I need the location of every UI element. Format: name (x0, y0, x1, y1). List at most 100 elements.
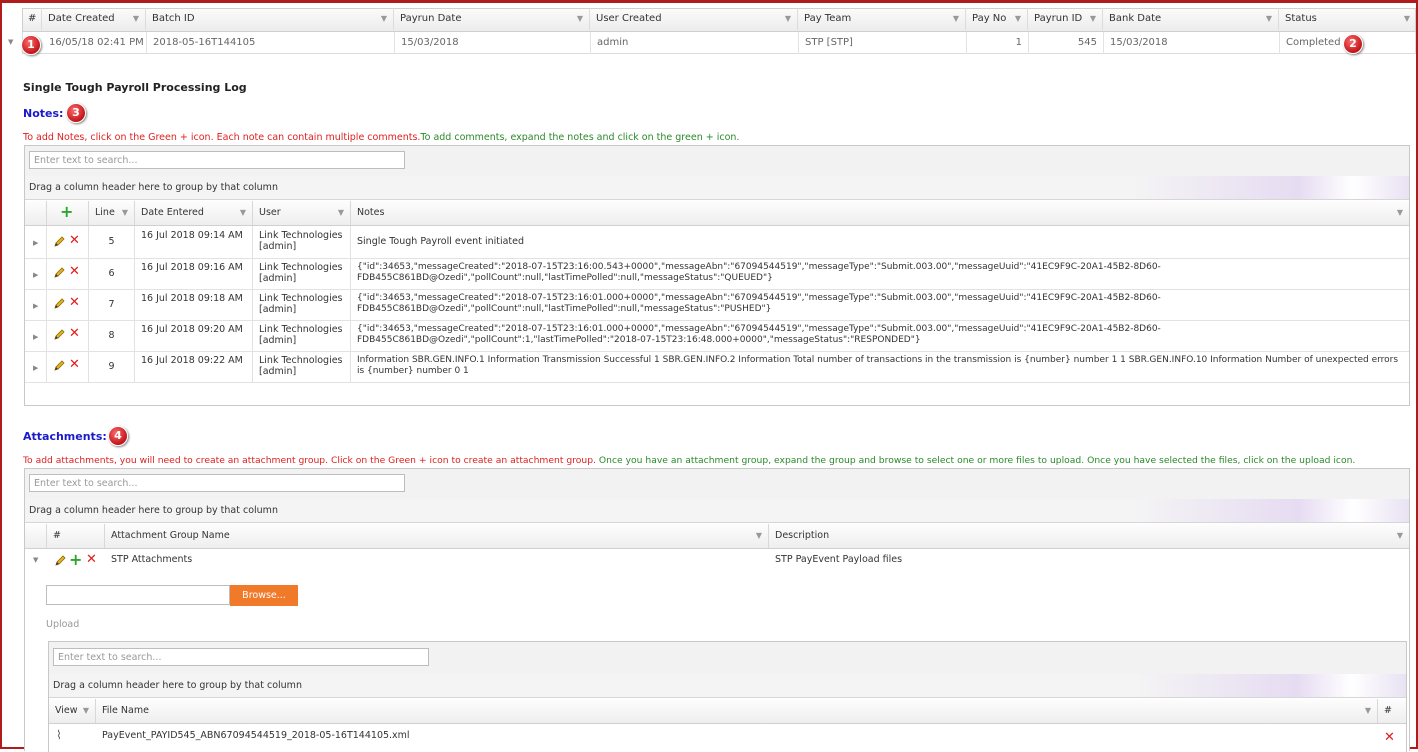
file-path-input[interactable] (46, 585, 230, 605)
col-index[interactable]: # (22, 8, 42, 30)
upload-link[interactable]: Upload (46, 619, 79, 630)
user-cell: Link Technologies [admin] (253, 289, 351, 320)
filter-icon[interactable]: ▼ (1090, 8, 1096, 30)
expand-row-icon[interactable]: ▼ (8, 38, 13, 46)
filter-icon[interactable]: ▼ (1266, 8, 1272, 30)
col-batch-id[interactable]: Batch ID ▼ (146, 8, 394, 30)
filter-icon[interactable]: ▼ (756, 524, 762, 548)
note-cell: {"id":34653,"messageCreated":"2018-07-15… (357, 324, 1161, 345)
attachments-search-input[interactable]: Enter text to search... (29, 474, 405, 492)
cell-user-created: admin (591, 32, 799, 54)
col-label: Date Created (48, 13, 115, 24)
filter-icon[interactable]: ▼ (381, 8, 387, 30)
filter-icon[interactable]: ▼ (338, 201, 344, 225)
expand-icon[interactable]: ▶ (33, 332, 38, 343)
filter-icon[interactable]: ▼ (133, 8, 139, 30)
payrun-row[interactable]: 16/05/18 02:41 PM 2018-05-16T144105 15/0… (22, 32, 1416, 54)
filter-icon[interactable]: ▼ (1404, 8, 1410, 30)
expand-icon[interactable]: ▶ (33, 301, 38, 312)
col-line[interactable]: Line ▼ (89, 201, 135, 225)
col-description[interactable]: Description ▼ (769, 524, 1409, 548)
notes-instr-red: To add Notes, click on the Green + icon.… (23, 132, 421, 143)
delete-icon[interactable]: ✕ (86, 553, 97, 566)
delete-icon[interactable]: ✕ (69, 234, 80, 247)
filter-icon[interactable]: ▼ (1365, 699, 1371, 723)
cell-payrun-id: 545 (1029, 32, 1104, 54)
note-row[interactable]: ▶ ✕ 8 16 Jul 2018 09:20 AM Link Technolo… (25, 320, 1409, 352)
notes-grid: Enter text to search... Drag a column he… (24, 145, 1410, 406)
col-user[interactable]: User ▼ (253, 201, 351, 225)
filter-icon[interactable]: ▼ (240, 201, 246, 225)
filter-icon[interactable]: ▼ (785, 8, 791, 30)
filter-icon[interactable]: ▼ (577, 8, 583, 30)
add-note-button[interactable]: + (47, 201, 89, 225)
col-status[interactable]: Status ▼ (1279, 8, 1416, 30)
delete-icon[interactable]: ✕ (69, 327, 80, 340)
delete-icon[interactable]: ✕ (69, 358, 80, 371)
user-cell: Link Technologies [admin] (253, 320, 351, 351)
edit-icon[interactable] (54, 235, 66, 247)
expand-icon[interactable]: ▶ (33, 363, 38, 374)
col-label: View (55, 705, 78, 716)
collapse-icon[interactable]: ▼ (33, 556, 38, 564)
col-payrun-date[interactable]: Payrun Date ▼ (394, 8, 590, 30)
edit-icon[interactable] (54, 359, 66, 371)
note-row[interactable]: ▶ ✕ 5 16 Jul 2018 09:14 AM Link Technolo… (25, 226, 1409, 259)
filter-icon[interactable]: ▼ (1015, 8, 1021, 30)
date-cell: 16 Jul 2018 09:14 AM (135, 226, 253, 258)
note-row[interactable]: ▶ ✕ 9 16 Jul 2018 09:22 AM Link Technolo… (25, 351, 1409, 383)
edit-icon[interactable] (54, 297, 66, 309)
expand-icon[interactable]: ▶ (33, 238, 38, 249)
user-cell: Link Technologies [admin] (253, 258, 351, 289)
file-row[interactable]: ⌇ PayEvent_PAYID545_ABN67094544519_2018-… (49, 724, 1406, 748)
add-file-plus-icon[interactable]: + (69, 552, 82, 568)
filter-icon[interactable]: ▼ (1397, 524, 1403, 548)
filter-icon[interactable]: ▼ (83, 699, 89, 723)
browse-button[interactable]: Browse... (230, 585, 298, 606)
attachment-group-row[interactable]: ▼ + ✕ STP Attachments STP PayEvent Paylo… (25, 549, 1409, 572)
attachments-group-panel[interactable]: Drag a column header here to group by th… (25, 499, 1409, 523)
notes-search-input[interactable]: Enter text to search... (29, 151, 405, 169)
notes-instructions: To add Notes, click on the Green + icon.… (23, 132, 739, 143)
notes-grid-header: + Line ▼ Date Entered ▼ User ▼ Notes ▼ (25, 201, 1409, 226)
col-group-name[interactable]: Attachment Group Name ▼ (105, 524, 769, 548)
col-file-name[interactable]: File Name ▼ (96, 699, 1378, 723)
attachments-grid: Enter text to search... Drag a column he… (24, 468, 1410, 752)
files-search-bar: Enter text to search... (49, 642, 1406, 675)
col-label: Date Entered (141, 207, 204, 218)
edit-icon[interactable] (54, 266, 66, 278)
col-bank-date[interactable]: Bank Date ▼ (1103, 8, 1279, 30)
filter-icon[interactable]: ▼ (953, 8, 959, 30)
col-pay-team[interactable]: Pay Team ▼ (798, 8, 966, 30)
expand-cell: ▶ (25, 320, 47, 351)
paperclip-icon[interactable]: ⌇ (56, 728, 62, 742)
files-search-input[interactable]: Enter text to search... (53, 648, 429, 666)
line-cell: 5 (89, 226, 135, 258)
delete-icon[interactable]: ✕ (69, 296, 80, 309)
col-date-entered[interactable]: Date Entered ▼ (135, 201, 253, 225)
edit-icon[interactable] (54, 328, 66, 340)
note-row[interactable]: ▶ ✕ 6 16 Jul 2018 09:16 AM Link Technolo… (25, 258, 1409, 290)
col-pay-no[interactable]: Pay No ▼ (966, 8, 1028, 30)
files-group-panel[interactable]: Drag a column header here to group by th… (49, 674, 1406, 698)
expand-icon[interactable]: ▶ (33, 270, 38, 281)
col-label: Bank Date (1109, 13, 1162, 24)
col-user-created[interactable]: User Created ▼ (590, 8, 798, 30)
col-payrun-id[interactable]: Payrun ID ▼ (1028, 8, 1103, 30)
col-view[interactable]: View ▼ (49, 699, 96, 723)
note-row[interactable]: ▶ ✕ 7 16 Jul 2018 09:18 AM Link Technolo… (25, 289, 1409, 321)
filter-icon[interactable]: ▼ (1397, 201, 1403, 225)
col-date-created[interactable]: Date Created ▼ (42, 8, 146, 30)
plus-icon[interactable]: + (60, 204, 73, 220)
expand-cell: ▶ (25, 226, 47, 258)
action-cell: ✕ (47, 258, 89, 289)
edit-icon[interactable] (55, 554, 67, 566)
delete-icon[interactable]: ✕ (69, 265, 80, 278)
col-label: Attachment Group Name (111, 530, 230, 541)
delete-file-icon[interactable]: ✕ (1384, 731, 1395, 744)
notes-group-panel[interactable]: Drag a column header here to group by th… (25, 176, 1409, 200)
col-notes[interactable]: Notes ▼ (351, 201, 1409, 225)
payrun-table-columns: # Date Created ▼ Batch ID ▼ Payrun Date ▼ U… (22, 8, 1416, 32)
notes-search-bar: Enter text to search... (25, 146, 1409, 177)
filter-icon[interactable]: ▼ (122, 201, 128, 225)
